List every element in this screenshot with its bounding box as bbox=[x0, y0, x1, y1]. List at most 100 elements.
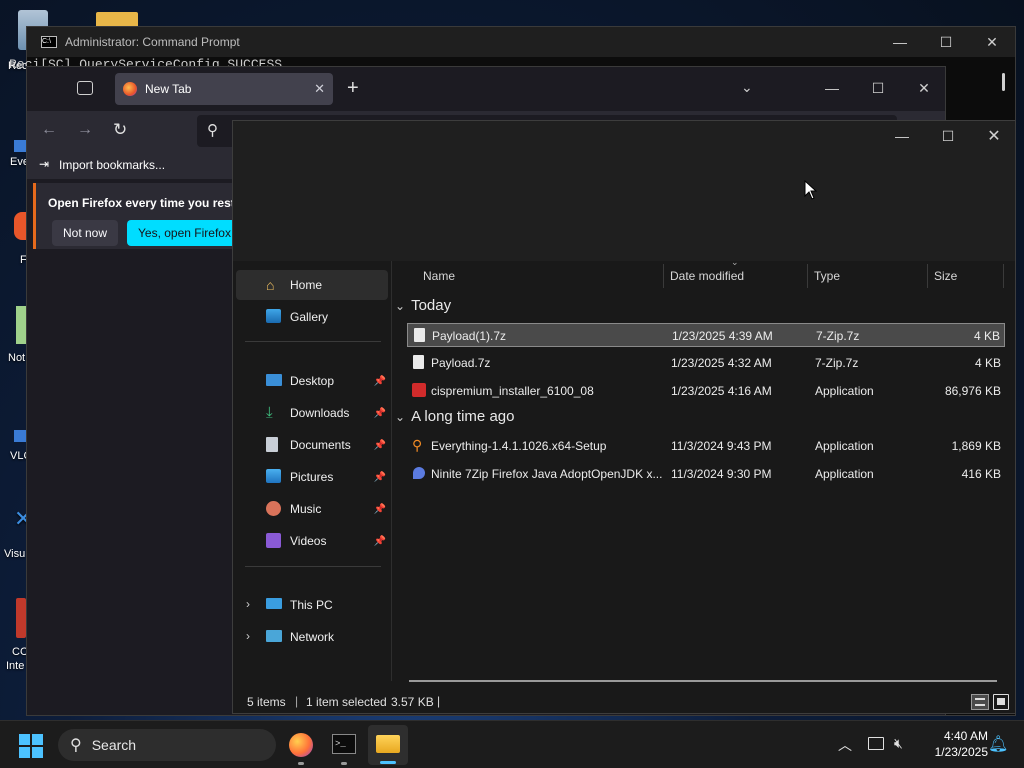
file-row[interactable]: Payload(1).7z 1/23/2025 4:39 AM 7-Zip.7z… bbox=[407, 323, 1005, 347]
computer-icon bbox=[266, 598, 282, 609]
nav-item-home[interactable]: ⌂ Home bbox=[236, 270, 388, 300]
column-header-name[interactable]: Name bbox=[423, 261, 663, 291]
nav-item-videos[interactable]: Videos 📌 bbox=[236, 526, 388, 556]
downloads-icon: ⤓ bbox=[266, 404, 273, 421]
expand-chevron-icon[interactable]: › bbox=[246, 597, 250, 611]
group-header-a-long-time-ago[interactable]: ⌄ A long time ago bbox=[395, 408, 514, 425]
nav-item-documents[interactable]: Documents 📌 bbox=[236, 430, 388, 460]
cmd-app-icon: C:\ bbox=[41, 36, 57, 48]
details-view-icon[interactable] bbox=[971, 694, 989, 710]
not-now-button[interactable]: Not now bbox=[52, 220, 119, 246]
collapse-chevron-icon[interactable]: ⌄ bbox=[395, 299, 405, 313]
column-separator[interactable] bbox=[1003, 264, 1004, 288]
everything-shortcut-icon bbox=[14, 140, 26, 152]
collapse-chevron-icon[interactable]: ⌄ bbox=[395, 410, 405, 424]
volume-muted-icon[interactable]: 🔇︎ bbox=[894, 735, 903, 752]
clock-date: 1/23/2025 bbox=[934, 745, 988, 759]
expand-chevron-icon[interactable]: › bbox=[246, 629, 250, 643]
notifications-bell-icon[interactable]: 🔔︎ bbox=[988, 734, 1008, 754]
list-all-tabs-chevron-icon[interactable]: ⌄ bbox=[741, 79, 753, 96]
videos-icon bbox=[266, 533, 281, 548]
tab-title: New Tab bbox=[145, 82, 192, 96]
nav-item-gallery[interactable]: Gallery bbox=[236, 302, 388, 332]
nav-item-downloads[interactable]: ⤓ Downloads 📌 bbox=[236, 398, 388, 428]
cmd-close-button[interactable]: ✕ bbox=[969, 27, 1015, 57]
nav-divider bbox=[245, 341, 381, 342]
firefox-view-icon[interactable] bbox=[77, 81, 93, 95]
notification-text: Open Firefox every time you resta bbox=[48, 196, 242, 210]
search-icon: ⚲ bbox=[207, 122, 218, 139]
horizontal-scrollbar[interactable] bbox=[409, 680, 997, 682]
group-header-today[interactable]: ⌄ Today bbox=[395, 297, 451, 314]
start-button[interactable] bbox=[19, 734, 43, 758]
taskbar-explorer-button[interactable] bbox=[368, 725, 408, 765]
nav-item-network[interactable]: › Network bbox=[236, 622, 388, 652]
status-divider: | bbox=[295, 694, 299, 708]
new-tab-plus-icon[interactable]: + bbox=[347, 77, 359, 100]
pictures-icon bbox=[266, 469, 281, 483]
vlc-shortcut-icon bbox=[14, 430, 26, 442]
firefox-close-button[interactable]: ✕ bbox=[901, 73, 947, 103]
firefox-tabstrip: New Tab ✕ + ⌄ — ☐ ✕ bbox=[27, 67, 945, 111]
tab-close-icon[interactable]: ✕ bbox=[314, 81, 325, 97]
explorer-maximize-button[interactable]: ☐ bbox=[925, 121, 971, 151]
file-row[interactable]: Payload.7z 1/23/2025 4:32 AM 7-Zip.7z 4 … bbox=[407, 351, 1005, 375]
explorer-header: — ☐ ✕ bbox=[233, 121, 1015, 261]
pane-divider[interactable] bbox=[391, 261, 392, 681]
firefox-logo-icon bbox=[123, 82, 137, 96]
search-icon: ⚲ bbox=[70, 737, 82, 754]
taskbar: ⚲ Search >_ ︿ 🔇︎ 4:40 AM 1/23/2025 🔔︎ bbox=[0, 720, 1024, 768]
selection-count: 1 item selected bbox=[306, 695, 387, 709]
pin-icon: 📌 bbox=[373, 375, 386, 387]
notepad-shortcut-icon bbox=[16, 306, 26, 344]
column-separator[interactable] bbox=[663, 264, 664, 288]
column-header-size[interactable]: Size bbox=[934, 261, 1004, 291]
nav-item-pictures[interactable]: Pictures 📌 bbox=[236, 462, 388, 492]
nav-item-desktop[interactable]: Desktop 📌 bbox=[236, 366, 388, 396]
ccleaner-shortcut-icon bbox=[16, 598, 26, 638]
pin-icon: 📌 bbox=[373, 439, 386, 451]
firefox-maximize-button[interactable]: ☐ bbox=[855, 73, 901, 103]
pin-icon: 📌 bbox=[373, 407, 386, 419]
taskbar-search-box[interactable]: ⚲ Search bbox=[58, 729, 276, 761]
nav-item-this-pc[interactable]: › This PC bbox=[236, 590, 388, 620]
column-header-date[interactable]: Date modified bbox=[670, 261, 810, 291]
file-row[interactable]: ⚲ Everything-1.4.1.1026.x64-Setup 11/3/2… bbox=[407, 434, 1005, 458]
taskbar-firefox-icon[interactable] bbox=[289, 733, 313, 757]
column-separator[interactable] bbox=[807, 264, 808, 288]
file-row[interactable]: cispremium_installer_6100_08 1/23/2025 4… bbox=[407, 379, 1005, 403]
clock[interactable]: 4:40 AM 1/23/2025 bbox=[918, 728, 988, 760]
firefox-minimize-button[interactable]: — bbox=[809, 73, 855, 103]
cmd-scrollbar[interactable] bbox=[1002, 73, 1005, 91]
tiles-view-icon[interactable] bbox=[993, 694, 1009, 710]
back-arrow-icon[interactable]: ← bbox=[41, 121, 57, 139]
network-status-icon[interactable] bbox=[868, 737, 884, 750]
explorer-minimize-button[interactable]: — bbox=[879, 121, 925, 151]
cmd-titlebar[interactable]: C:\ Administrator: Command Prompt — ☐ ✕ bbox=[27, 27, 1015, 57]
column-header-type[interactable]: Type bbox=[814, 261, 924, 291]
import-bookmarks-link[interactable]: Import bookmarks... bbox=[59, 158, 165, 172]
reload-icon[interactable]: ↻ bbox=[113, 120, 127, 140]
item-count: 5 items bbox=[247, 695, 286, 709]
taskbar-running-indicator bbox=[341, 762, 347, 765]
search-label: Search bbox=[91, 737, 137, 753]
everything-setup-icon: ⚲ bbox=[412, 437, 423, 453]
file-icon bbox=[413, 355, 424, 369]
file-explorer-window[interactable]: — ☐ ✕ ⌂ Home Gallery Desktop 📌 ⤓ Downloa… bbox=[232, 120, 1016, 714]
column-separator[interactable] bbox=[927, 264, 928, 288]
taskbar-running-indicator bbox=[298, 762, 304, 765]
cmd-minimize-button[interactable]: — bbox=[877, 27, 923, 57]
pin-icon: 📌 bbox=[373, 503, 386, 515]
tab-new-tab[interactable]: New Tab ✕ bbox=[115, 73, 333, 105]
taskbar-terminal-icon[interactable]: >_ bbox=[332, 734, 356, 754]
status-bar: 5 items | 1 item selected 3.57 KB | bbox=[233, 689, 1015, 715]
show-hidden-icons-chevron[interactable]: ︿ bbox=[838, 735, 852, 755]
forward-arrow-icon[interactable]: → bbox=[77, 121, 93, 139]
yes-open-firefox-button[interactable]: Yes, open Firefox bbox=[127, 220, 242, 246]
explorer-close-button[interactable]: ✕ bbox=[971, 121, 1017, 151]
file-row[interactable]: Ninite 7Zip Firefox Java AdoptOpenJDK x.… bbox=[407, 462, 1005, 486]
nav-item-music[interactable]: Music 📌 bbox=[236, 494, 388, 524]
music-icon bbox=[266, 501, 281, 516]
navigation-pane: ⌂ Home Gallery Desktop 📌 ⤓ Downloads 📌 D… bbox=[233, 261, 391, 681]
cmd-maximize-button[interactable]: ☐ bbox=[923, 27, 969, 57]
